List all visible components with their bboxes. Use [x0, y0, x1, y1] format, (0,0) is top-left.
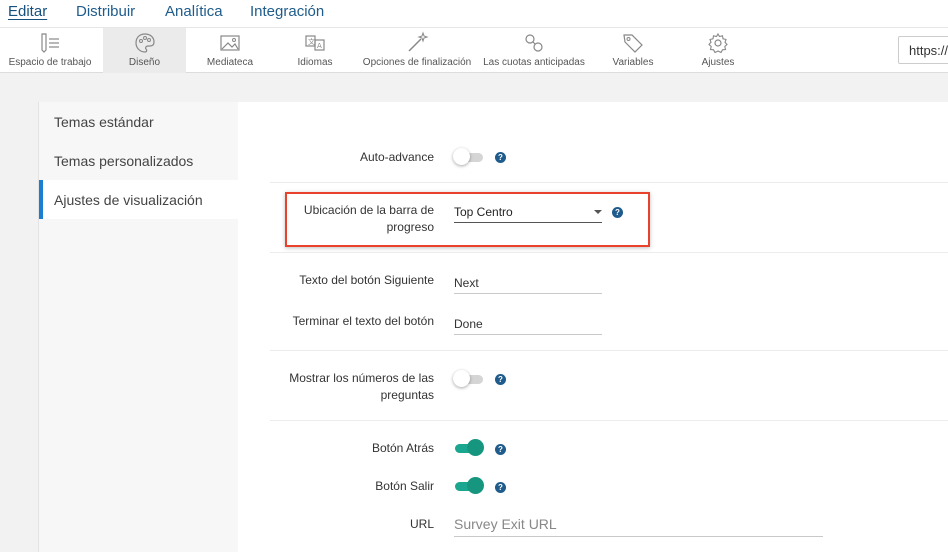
sidebar-item-standard-themes[interactable]: Temas estándar: [39, 102, 239, 141]
finish-button-label: Terminar el texto del botón: [292, 314, 434, 328]
question-numbers-label: Mostrar los números de las preguntas: [289, 370, 434, 404]
help-icon[interactable]: ?: [495, 152, 506, 163]
url-label: URL: [409, 517, 434, 531]
nav-distribuir[interactable]: Distribuir: [76, 3, 135, 20]
auto-advance-label: Auto-advance: [359, 150, 434, 164]
divider: [270, 350, 948, 351]
sidebar: Temas estándar Temas personalizados Ajus…: [38, 102, 239, 552]
tool-label: Ajustes: [701, 57, 735, 68]
nav-analitica[interactable]: Analítica: [165, 3, 223, 20]
tool-label: Idiomas: [297, 57, 333, 68]
tag-icon: [623, 34, 643, 53]
back-button-toggle[interactable]: [453, 439, 484, 457]
tool-quotas[interactable]: Las cuotas anticipadas: [478, 28, 590, 73]
tool-design[interactable]: Diseño: [103, 28, 186, 73]
tool-label: Variables: [612, 57, 654, 68]
exit-button-toggle[interactable]: [453, 477, 484, 495]
next-button-input[interactable]: Next: [454, 271, 602, 294]
tool-label: Opciones de finalización: [362, 57, 472, 68]
divider: [270, 182, 948, 183]
tool-label: Espacio de trabajo: [8, 57, 92, 68]
divider: [270, 252, 948, 253]
quota-icon: [525, 34, 543, 52]
tool-label: Mediateca: [206, 57, 254, 68]
magic-wand-icon: [408, 31, 429, 52]
sidebar-item-custom-themes[interactable]: Temas personalizados: [39, 141, 239, 180]
tool-languages[interactable]: 文 A Idiomas: [275, 28, 355, 73]
help-icon[interactable]: ?: [495, 444, 506, 455]
auto-advance-toggle[interactable]: [453, 148, 484, 166]
question-numbers-label-line1: Mostrar los números de las: [289, 371, 434, 385]
tool-label: Diseño: [128, 57, 161, 68]
question-numbers-toggle[interactable]: [453, 370, 484, 388]
top-nav: Editar Distribuir Analítica Integración: [0, 0, 948, 28]
language-icon: 文 A: [305, 35, 325, 51]
svg-text:A: A: [317, 42, 322, 50]
tool-variables[interactable]: Variables: [593, 28, 673, 73]
workspace-icon: [41, 33, 59, 53]
help-icon[interactable]: ?: [495, 374, 506, 385]
image-icon: [220, 35, 240, 51]
url-box[interactable]: https://: [898, 36, 948, 64]
highlight-box: [285, 192, 650, 247]
nav-integracion[interactable]: Integración: [250, 3, 324, 20]
tool-completion-options[interactable]: Opciones de finalización: [358, 28, 476, 73]
toolbar: Espacio de trabajo Diseño Mediateca 文 A …: [0, 28, 948, 73]
back-button-label: Botón Atrás: [371, 441, 434, 455]
divider: [270, 420, 948, 421]
nav-editar[interactable]: Editar: [8, 3, 47, 20]
svg-text:文: 文: [308, 37, 315, 46]
finish-button-input[interactable]: Done: [454, 312, 602, 335]
sidebar-item-display-settings[interactable]: Ajustes de visualización: [39, 180, 239, 219]
palette-icon: [134, 33, 155, 53]
tool-label: Las cuotas anticipadas: [483, 57, 585, 68]
help-icon[interactable]: ?: [495, 482, 506, 493]
exit-url-input[interactable]: Survey Exit URL: [454, 515, 823, 537]
tool-media[interactable]: Mediateca: [190, 28, 270, 73]
question-numbers-label-line2: preguntas: [380, 388, 434, 402]
exit-button-label: Botón Salir: [375, 479, 434, 493]
next-button-label: Texto del botón Siguiente: [299, 273, 434, 287]
settings-panel: Auto-advance ? Ubicación de la barra de …: [238, 102, 948, 552]
gear-icon: [708, 32, 728, 54]
tool-workspace[interactable]: Espacio de trabajo: [0, 28, 100, 73]
tool-settings[interactable]: Ajustes: [678, 28, 758, 73]
